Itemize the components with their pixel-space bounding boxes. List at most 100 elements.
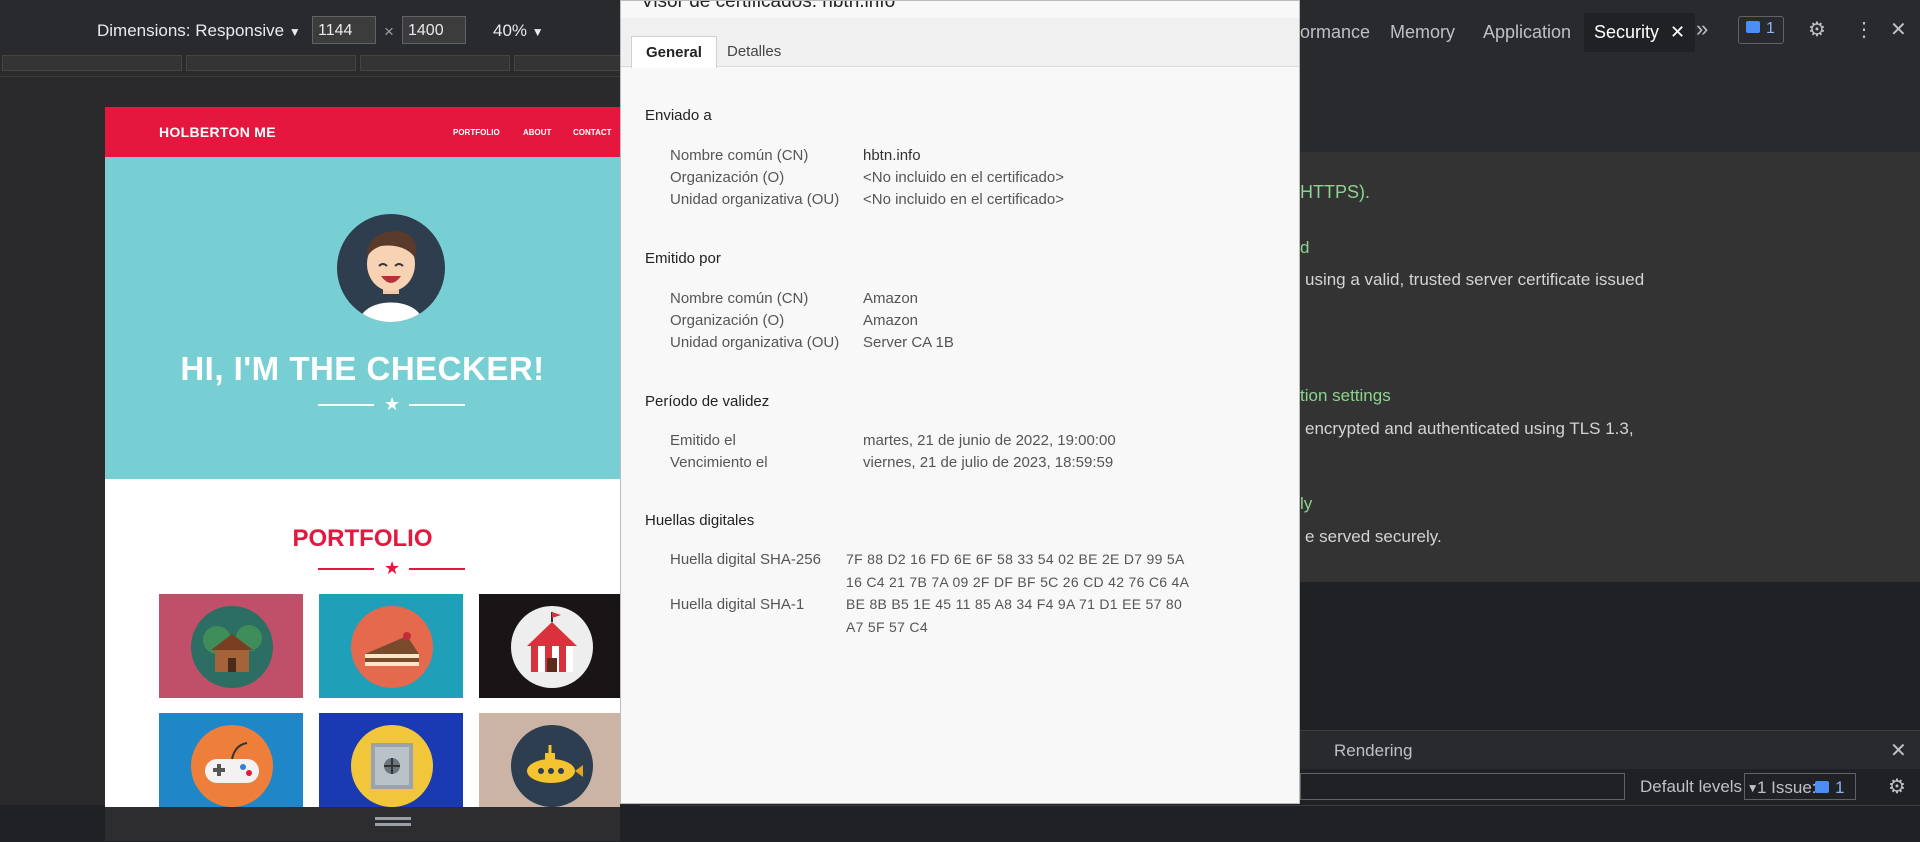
times-symbol: ×	[384, 22, 394, 41]
tab-application[interactable]: Application	[1483, 22, 1571, 43]
safe-icon	[351, 725, 433, 807]
resources-description: e served securely.	[1305, 527, 1442, 546]
hero-title: HI, I'M THE CHECKER!	[180, 350, 545, 387]
issued-by-heading: Emitido por	[645, 250, 721, 267]
dropdown-triangle-icon: ▼	[531, 25, 544, 39]
portfolio-divider-line	[409, 568, 465, 570]
certificate-description: using a valid, trusted server certificat…	[1305, 270, 1645, 289]
chat-icon	[1746, 21, 1760, 33]
sha1-value: A7 5F 57 C4	[846, 619, 928, 635]
gamepad-icon	[191, 725, 273, 807]
portfolio-tile[interactable]	[159, 594, 303, 698]
kebab-menu-icon[interactable]: ⋮	[1854, 17, 1874, 42]
viewport-resize-bar: ⟋	[105, 807, 694, 841]
field-value: viernes, 21 de julio de 2023, 18:59:59	[863, 454, 1114, 471]
hero-divider-line	[318, 404, 374, 406]
portfolio-tile[interactable]	[319, 594, 463, 698]
devtools-tab-bar: ormance Memory Application Security ✕ » …	[1300, 0, 1920, 65]
security-panel: HTTPS). d using a valid, trusted server …	[1300, 152, 1920, 582]
star-icon: ★	[384, 394, 401, 414]
ruler-segment[interactable]	[186, 55, 356, 71]
connection-heading: tion settings	[1300, 386, 1391, 405]
star-icon: ★	[384, 558, 401, 578]
issues-count: 1	[1835, 778, 1845, 797]
field-label: Huella digital SHA-256	[670, 551, 821, 568]
circus-tent-icon	[511, 606, 593, 688]
tab-details[interactable]: Detalles	[713, 36, 795, 67]
log-levels-dropdown[interactable]: Default levels ▼	[1640, 777, 1759, 797]
devtools-toolbar	[1300, 64, 1920, 152]
ruler-segment[interactable]	[360, 55, 510, 71]
site-navbar: HOLBERTON ME PORTFOLIO ABOUT CONTACT	[105, 107, 620, 157]
dropdown-triangle-icon: ▼	[288, 25, 301, 39]
submarine-icon	[511, 725, 593, 807]
emulated-webpage: HOLBERTON ME PORTFOLIO ABOUT CONTACT HI,…	[105, 107, 620, 807]
ruler-segment[interactable]	[2, 55, 182, 71]
security-panel-empty	[1300, 582, 1920, 730]
site-brand[interactable]: HOLBERTON ME	[159, 124, 276, 140]
connection-description: encrypted and authenticated using TLS 1.…	[1305, 419, 1634, 438]
tab-general[interactable]: General	[631, 36, 717, 68]
nav-link-portfolio[interactable]: PORTFOLIO	[453, 128, 500, 137]
issues-button[interactable]: 1 Issue: 1	[1744, 773, 1856, 800]
chat-icon	[1815, 781, 1829, 793]
nav-link-contact[interactable]: CONTACT	[573, 128, 612, 137]
field-label: Organización (O)	[670, 169, 785, 186]
nav-link-about[interactable]: ABOUT	[523, 128, 551, 137]
issues-badge-button[interactable]: 1	[1738, 16, 1784, 44]
height-input[interactable]: 1400	[402, 16, 466, 44]
hero-section	[105, 157, 620, 479]
cake-icon	[351, 606, 433, 688]
certificate-viewer-dialog: Visor de certificados: hbtn.info General…	[620, 0, 1300, 804]
dialog-title: Visor de certificados: hbtn.info	[641, 0, 896, 12]
tab-security[interactable]: Security ✕	[1584, 13, 1696, 52]
close-icon[interactable]: ✕	[1890, 738, 1907, 763]
field-label: Organización (O)	[670, 312, 785, 329]
field-label: Vencimiento el	[670, 454, 768, 471]
fingerprints-heading: Huellas digitales	[645, 512, 755, 529]
resize-handle-icon[interactable]	[375, 817, 411, 820]
issued-to-heading: Enviado a	[645, 107, 712, 124]
validity-heading: Período de validez	[645, 393, 770, 410]
field-label: Unidad organizativa (OU)	[670, 334, 840, 351]
avatar-illustration-icon	[359, 231, 423, 322]
hero-divider-line	[409, 404, 465, 406]
tab-rendering[interactable]: Rendering	[1334, 741, 1412, 761]
security-summary: HTTPS).	[1300, 182, 1370, 202]
resources-heading: ly	[1300, 494, 1313, 513]
sha1-value: BE 8B B5 1E 45 11 85 A8 34 F4 9A 71 D1 E…	[846, 596, 1183, 612]
dialog-tab-bar: General Detalles	[621, 18, 1299, 68]
portfolio-tile[interactable]	[479, 594, 620, 698]
more-tabs-icon[interactable]: »	[1696, 16, 1708, 42]
portfolio-tile[interactable]	[319, 713, 463, 807]
portfolio-tile[interactable]	[159, 713, 303, 807]
field-value: Amazon	[863, 290, 919, 307]
width-input[interactable]: 1144	[312, 16, 376, 44]
portfolio-tile[interactable]	[479, 713, 620, 807]
gear-icon[interactable]: ⚙	[1808, 17, 1826, 42]
field-value: hbtn.info	[863, 147, 921, 164]
tab-memory[interactable]: Memory	[1390, 22, 1455, 43]
field-value: <No incluido en el certificado>	[863, 191, 1064, 208]
certificate-heading: d	[1300, 238, 1310, 257]
field-label: Emitido el	[670, 432, 736, 449]
issues-label: 1 Issue:	[1757, 778, 1817, 797]
close-icon[interactable]: ✕	[1670, 22, 1685, 42]
media-query-ruler	[0, 52, 640, 77]
ruler-segment[interactable]	[514, 55, 634, 71]
field-value: Server CA 1B	[863, 334, 954, 351]
console-filter-input[interactable]	[1300, 773, 1625, 800]
dimensions-dropdown[interactable]: Dimensions: Responsive ▼	[97, 21, 301, 41]
avatar	[337, 214, 445, 322]
field-label: Nombre común (CN)	[670, 147, 809, 164]
zoom-dropdown[interactable]: 40% ▼	[493, 21, 544, 41]
close-icon[interactable]: ✕	[1890, 17, 1907, 42]
field-value: martes, 21 de junio de 2022, 19:00:00	[863, 432, 1116, 449]
sha256-value: 16 C4 21 7B 7A 09 2F DF BF 5C 26 CD 42 7…	[846, 574, 1190, 590]
tab-performance[interactable]: ormance	[1300, 22, 1370, 43]
gear-icon[interactable]: ⚙	[1888, 774, 1906, 799]
issues-count: 1	[1766, 20, 1775, 37]
resize-handle-icon[interactable]	[375, 823, 411, 826]
field-label: Unidad organizativa (OU)	[670, 191, 840, 208]
field-value: Amazon	[863, 312, 919, 329]
